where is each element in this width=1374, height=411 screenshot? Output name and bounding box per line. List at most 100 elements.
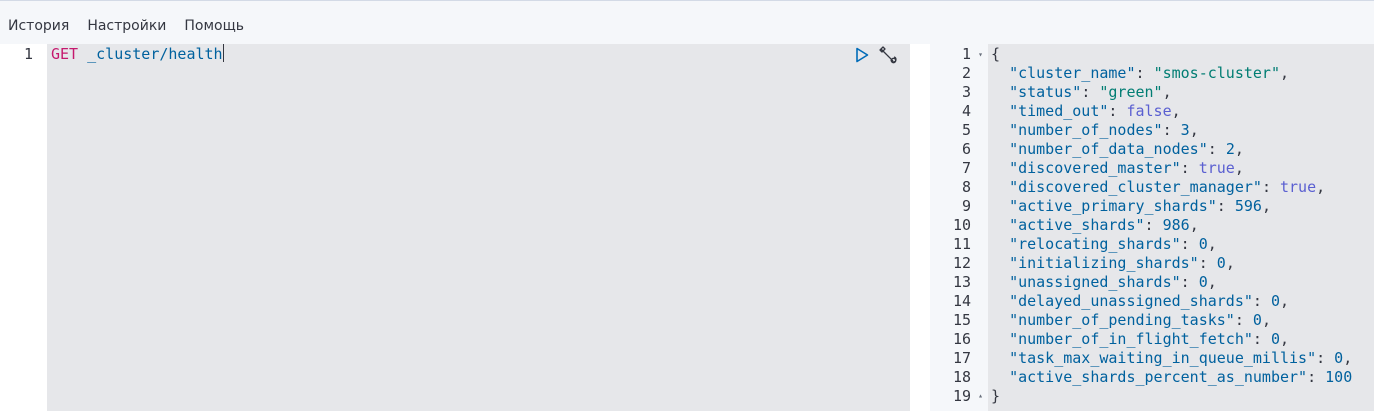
json-key: "delayed_unassigned_shards" <box>1009 292 1253 310</box>
json-key: "cluster_name" <box>1009 64 1136 82</box>
json-colon: : <box>1216 197 1235 215</box>
json-colon: : <box>1198 254 1217 272</box>
json-comma: , <box>1171 102 1181 120</box>
json-comma: , <box>1280 330 1290 348</box>
response-line: } <box>991 387 1000 406</box>
json-comma: , <box>1261 197 1271 215</box>
json-key: "number_of_in_flight_fetch" <box>1009 330 1253 348</box>
json-colon: : <box>1316 349 1335 367</box>
menu-history[interactable]: История <box>8 10 69 36</box>
json-key: "timed_out" <box>1009 102 1109 120</box>
response-line-number: 18 <box>952 368 971 386</box>
response-line-number: 10 <box>952 216 971 234</box>
json-key: "initializing_shards" <box>1009 254 1199 272</box>
request-line-number: 1 <box>23 45 33 63</box>
response-line: "active_primary_shards": 596, <box>991 197 1271 216</box>
response-line: "unassigned_shards": 0, <box>991 273 1217 292</box>
json-colon: : <box>1207 140 1226 158</box>
json-colon: : <box>1081 83 1100 101</box>
request-gutter: 1 <box>0 44 47 411</box>
json-colon: : <box>1252 330 1271 348</box>
response-line: "active_shards_percent_as_number": 100 <box>991 368 1352 387</box>
json-comma: , <box>1225 254 1235 272</box>
response-line-number: 12 <box>952 254 971 272</box>
text-cursor <box>222 44 224 62</box>
response-line: "cluster_name": "smos-cluster", <box>991 64 1289 83</box>
json-comma: , <box>1234 140 1244 158</box>
response-viewer: { "cluster_name": "smos-cluster", "statu… <box>988 44 1374 411</box>
response-line-number: 16 <box>952 330 971 348</box>
json-colon: : <box>1252 292 1271 310</box>
json-value: 0 <box>1334 349 1344 367</box>
json-value: 0 <box>1198 273 1208 291</box>
json-key: "active_primary_shards" <box>1009 197 1217 215</box>
pane-divider[interactable] <box>910 44 930 411</box>
response-line: "initializing_shards": 0, <box>991 254 1235 273</box>
response-line-number: 19 <box>952 387 971 405</box>
json-value: 0 <box>1270 292 1280 310</box>
response-line: "timed_out": false, <box>991 102 1181 121</box>
response-line-number: 9 <box>961 197 971 215</box>
json-comma: , <box>1261 311 1271 329</box>
json-key: "active_shards_percent_as_number" <box>1009 368 1308 386</box>
play-icon[interactable] <box>852 45 872 65</box>
json-value: true <box>1280 178 1317 196</box>
fold-up-icon[interactable]: ▴ <box>978 391 983 400</box>
json-key: "relocating_shards" <box>1009 235 1181 253</box>
json-value: 0 <box>1270 330 1280 348</box>
response-line-number: 17 <box>952 349 971 367</box>
json-colon: : <box>1108 102 1127 120</box>
response-line: "number_of_nodes": 3, <box>991 121 1199 140</box>
json-comma: , <box>1207 273 1217 291</box>
response-line-number: 7 <box>961 159 971 177</box>
json-value: 3 <box>1180 121 1190 139</box>
json-key: "discovered_master" <box>1009 159 1181 177</box>
response-line-number: 13 <box>952 273 971 291</box>
json-comma: , <box>1189 121 1199 139</box>
response-line: "task_max_waiting_in_queue_millis": 0, <box>991 349 1352 368</box>
menu-help[interactable]: Помощь <box>184 10 244 36</box>
json-comma: , <box>1234 159 1244 177</box>
json-comma: , <box>1343 349 1353 367</box>
json-value: 0 <box>1198 235 1208 253</box>
response-line: "number_of_in_flight_fetch": 0, <box>991 330 1289 349</box>
json-value: 0 <box>1216 254 1226 272</box>
json-value: 986 <box>1162 216 1190 234</box>
response-line: "discovered_cluster_manager": true, <box>991 178 1325 197</box>
menu-settings[interactable]: Настройки <box>87 10 166 36</box>
request-path: _cluster/health <box>87 45 223 63</box>
response-line-number: 11 <box>952 235 971 253</box>
json-colon: : <box>1234 311 1253 329</box>
json-comma: , <box>1280 292 1290 310</box>
json-value: 100 <box>1325 368 1353 386</box>
json-key: "unassigned_shards" <box>1009 273 1181 291</box>
json-colon: : <box>1180 235 1199 253</box>
json-key: "status" <box>1009 83 1082 101</box>
json-key: "number_of_data_nodes" <box>1009 140 1208 158</box>
json-key: "active_shards" <box>1009 216 1145 234</box>
close-brace: } <box>991 387 1001 405</box>
request-editor[interactable]: GET _cluster/health <box>47 44 910 411</box>
response-line: "number_of_pending_tasks": 0, <box>991 311 1271 330</box>
json-value: true <box>1198 159 1235 177</box>
json-colon: : <box>1162 121 1181 139</box>
json-comma: , <box>1189 216 1199 234</box>
json-colon: : <box>1144 216 1163 234</box>
response-line-number: 8 <box>961 178 971 196</box>
response-line-number: 1 <box>961 45 971 63</box>
json-key: "discovered_cluster_manager" <box>1009 178 1262 196</box>
json-value: 596 <box>1234 197 1262 215</box>
json-comma: , <box>1162 83 1172 101</box>
json-colon: : <box>1180 159 1199 177</box>
response-line: { <box>991 45 1000 64</box>
fold-down-icon[interactable]: ▾ <box>978 50 983 59</box>
response-line-number: 15 <box>952 311 971 329</box>
response-line-number: 2 <box>961 64 971 82</box>
request-line[interactable]: GET _cluster/health <box>51 44 224 64</box>
menu-bar: История Настройки Помощь <box>0 0 1374 44</box>
response-line-number: 6 <box>961 140 971 158</box>
wrench-icon[interactable] <box>878 45 898 65</box>
response-line: "active_shards": 986, <box>991 216 1199 235</box>
response-line-number: 14 <box>952 292 971 310</box>
json-key: "number_of_nodes" <box>1009 121 1163 139</box>
